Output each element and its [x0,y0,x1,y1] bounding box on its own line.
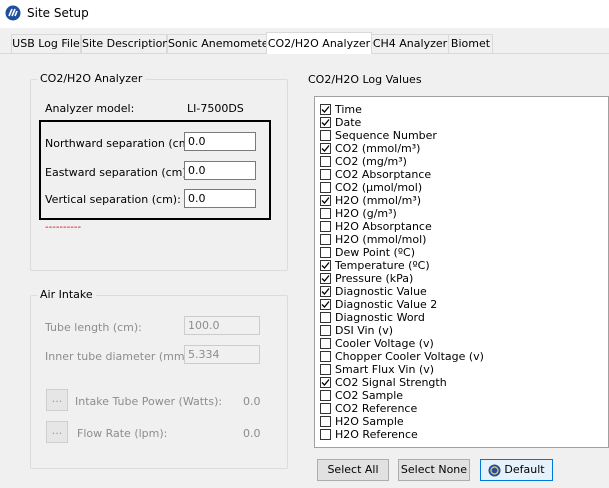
log-value-label: Cooler Voltage (v) [335,337,434,350]
vertical-separation-input[interactable]: 0.0 [184,189,256,208]
vertical-separation-label: Vertical separation (cm): [45,193,181,206]
checkmark-icon [321,106,330,113]
tab-biomet[interactable]: Biomet [448,34,493,53]
log-value-label: Chopper Cooler Voltage (v) [335,350,484,363]
checkbox-unchecked[interactable] [320,247,331,258]
log-value-label: Temperature (ºC) [335,259,430,272]
log-value-label: H2O Sample [335,415,404,428]
log-value-label: H2O (mmol/m³) [335,194,422,207]
log-value-label: CO2 Sample [335,389,404,402]
checkbox-checked[interactable] [320,273,331,284]
log-value-label: CO2 (µmol/mol) [335,181,423,194]
intake-power-value: 0.0 [243,395,261,408]
analyzer-group-title: CO2/H2O Analyzer [37,72,146,85]
default-button[interactable]: Default [480,459,553,481]
log-value-label: Sequence Number [335,129,437,142]
select-none-button[interactable]: Select None [398,459,470,481]
checkbox-checked[interactable] [320,195,331,206]
log-values-title: CO2/H2O Log Values [308,73,422,86]
tab-strip: USB Log File Site Description Sonic Anem… [0,32,609,54]
tab-sonic-anemometer[interactable]: Sonic Anemometer [167,34,273,53]
checkbox-unchecked[interactable] [320,156,331,167]
tube-length-label: Tube length (cm): [45,321,142,334]
checkbox-unchecked[interactable] [320,390,331,401]
analyzer-model-value: LI-7500DS [187,102,244,115]
inner-tube-diameter-input[interactable]: 5.334 [184,345,260,364]
checkbox-checked[interactable] [320,104,331,115]
checkbox-checked[interactable] [320,286,331,297]
log-value-label: DSI Vin (v) [335,324,394,337]
flow-rate-button[interactable]: ... [46,421,68,443]
log-value-label: Diagnostic Word [335,311,425,324]
checkbox-unchecked[interactable] [320,416,331,427]
checkmark-icon [321,197,330,204]
log-value-label: H2O Reference [335,428,418,441]
log-value-label: Pressure (kPa) [335,272,414,285]
checkbox-unchecked[interactable] [320,429,331,440]
analyzer-model-label: Analyzer model: [45,102,135,115]
checkbox-unchecked[interactable] [320,182,331,193]
air-intake-group-title: Air Intake [37,288,96,301]
northward-separation-label: Northward separation (cm): [45,137,198,150]
intake-power-label: Intake Tube Power (Watts): [75,395,223,408]
checkbox-unchecked[interactable] [320,312,331,323]
inner-tube-diameter-label: Inner tube diameter (mm): [45,350,193,363]
log-value-label: CO2 Absorptance [335,168,432,181]
checkbox-checked[interactable] [320,143,331,154]
checkbox-unchecked[interactable] [320,351,331,362]
log-value-label: Diagnostic Value [335,285,427,298]
log-value-label: Diagnostic Value 2 [335,298,438,311]
flow-rate-value: 0.0 [243,427,261,440]
checkmark-icon [321,275,330,282]
window-title: Site Setup [27,6,89,20]
checkbox-unchecked[interactable] [320,130,331,141]
title-bar: Site Setup [0,0,609,28]
eastward-separation-input[interactable]: 0.0 [184,161,256,180]
checkmark-icon [321,288,330,295]
log-value-label: CO2 Signal Strength [335,376,447,389]
select-all-button[interactable]: Select All [317,459,389,481]
default-icon [488,464,501,476]
checkbox-unchecked[interactable] [320,221,331,232]
checkmark-icon [321,301,330,308]
flow-rate-label: Flow Rate (lpm): [77,427,168,440]
tab-co2-h2o-analyzer[interactable]: CO2/H2O Analyzer [266,32,372,54]
checkbox-unchecked[interactable] [320,325,331,336]
checkbox-unchecked[interactable] [320,208,331,219]
log-value-label: Date [335,116,362,129]
log-value-label: H2O (g/m³) [335,207,397,220]
checkbox-unchecked[interactable] [320,169,331,180]
log-value-label: Time [335,103,362,116]
intake-power-button[interactable]: ... [46,389,68,411]
checkbox-checked[interactable] [320,260,331,271]
eastward-separation-label: Eastward separation (cm): [45,166,191,179]
log-value-label: CO2 (mg/m³) [335,155,407,168]
tube-length-input[interactable]: 100.0 [184,316,260,335]
log-value-label: Smart Flux Vin (v) [335,363,435,376]
checkbox-unchecked[interactable] [320,234,331,245]
log-value-label: CO2 (mmol/m³) [335,142,421,155]
tab-ch4-analyzer[interactable]: CH4 Analyzer [371,34,449,53]
checkbox-checked[interactable] [320,377,331,388]
log-values-list: Time Date Sequence Number CO2 (mmol/m³) CO2 … [314,96,609,448]
checkbox-checked[interactable] [320,117,331,128]
tab-usb-log-file[interactable]: USB Log File [11,34,81,53]
checkbox-unchecked[interactable] [320,403,331,414]
tab-site-description[interactable]: Site Description [81,34,169,53]
northward-separation-input[interactable]: 0.0 [184,132,256,151]
checkmark-icon [321,145,330,152]
checkbox-unchecked[interactable] [320,364,331,375]
validation-error-marker: ---------- [45,222,82,233]
app-logo-icon [5,5,21,21]
checkmark-icon [321,262,330,269]
log-value-label: H2O (mmol/mol) [335,233,427,246]
default-button-label: Default [504,463,545,476]
log-value-label: CO2 Reference [335,402,418,415]
checkmark-icon [321,119,330,126]
checkbox-checked[interactable] [320,299,331,310]
checkbox-unchecked[interactable] [320,338,331,349]
log-value-label: H2O Absorptance [335,220,432,233]
checkmark-icon [321,379,330,386]
log-value-label: Dew Point (ºC) [335,246,415,259]
